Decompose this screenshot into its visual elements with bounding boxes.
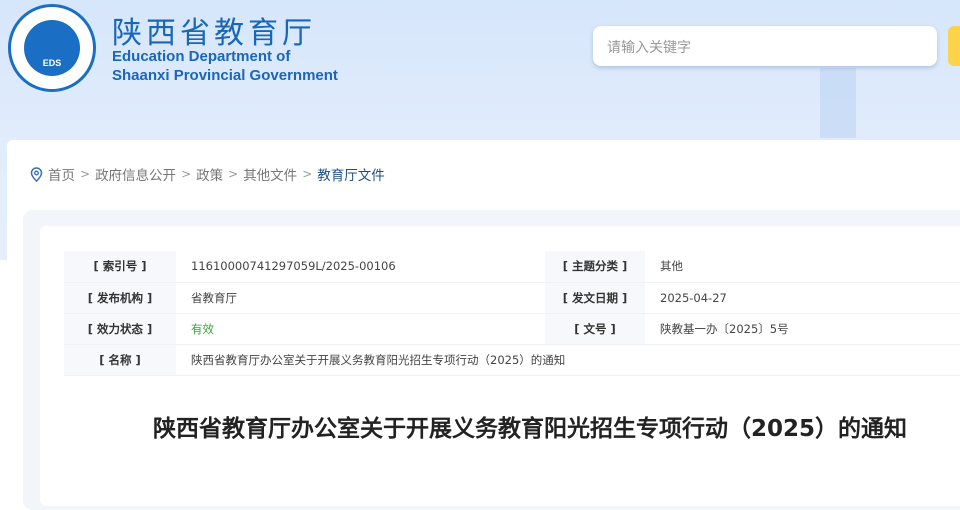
article-title: 陕西省教育厅办公室关于开展义务教育阳光招生专项行动（2025）的通知	[152, 416, 907, 442]
docno-value: 陕教基一办〔2025〕5号	[645, 313, 960, 345]
table-row: [ 效力状态 ] 有效[ 文号 ] 陕教基一办〔2025〕5号	[64, 313, 960, 345]
breadcrumb-policy[interactable]: 政策	[196, 164, 223, 184]
publisher-label: [ 发布机构 ]	[64, 282, 176, 314]
table-row: [ 索引号 ] 11610000741297059L/2025-00106[ 主题…	[64, 251, 960, 283]
location-pin-icon	[30, 166, 43, 182]
status-label: [ 效力状态 ]	[64, 313, 176, 345]
date-label: [ 发文日期 ]	[545, 282, 645, 314]
breadcrumb-other-files[interactable]: 其他文件	[243, 164, 297, 184]
index-label: [ 索引号 ]	[64, 251, 176, 283]
site-name-en-line2: Shaanxi Provincial Government	[112, 67, 338, 84]
index-value: 11610000741297059L/2025-00106	[176, 251, 545, 283]
breadcrumb-home[interactable]: 首页	[48, 164, 75, 184]
breadcrumb-current[interactable]: 教育厅文件	[317, 164, 385, 184]
table-row: [ 发布机构 ] 省教育厅[ 发文日期 ] 2025-04-27	[64, 282, 960, 314]
site-name-cn: 陕西省教育厅	[112, 16, 316, 51]
breadcrumb-gov-info[interactable]: 政府信息公开	[95, 164, 176, 184]
document-meta-table: [ 索引号 ] 11610000741297059L/2025-00106[ 主题…	[64, 251, 960, 376]
name-value: 陕西省教育厅办公室关于开展义务教育阳光招生专项行动（2025）的通知	[176, 344, 960, 376]
search-input[interactable]: 请输入关键字	[593, 26, 937, 66]
breadcrumb-separator: >	[228, 167, 239, 181]
docno-label: [ 文号 ]	[545, 313, 645, 345]
logo-emblem: EDS	[24, 20, 80, 76]
breadcrumb-separator: >	[181, 167, 192, 181]
breadcrumb-separator: >	[302, 167, 313, 181]
table-row: [ 名称 ] 陕西省教育厅办公室关于开展义务教育阳光招生专项行动（2025）的通知	[64, 344, 960, 376]
breadcrumb-separator: >	[80, 167, 91, 181]
name-label: [ 名称 ]	[64, 344, 176, 376]
breadcrumb: 首页 > 政府信息公开 > 政策 > 其他文件 > 教育厅文件	[30, 164, 385, 184]
date-value: 2025-04-27	[645, 282, 960, 314]
topic-label: [ 主题分类 ]	[545, 251, 645, 283]
site-name-en-line1: Education Department of	[112, 48, 291, 65]
publisher-value: 省教育厅	[176, 282, 545, 314]
search-button[interactable]	[948, 26, 960, 66]
site-logo[interactable]: EDS	[8, 4, 96, 92]
tower-illustration	[820, 68, 856, 138]
status-value: 有效	[176, 313, 545, 345]
site-name-en: Education Department of Shaanxi Provincia…	[112, 47, 338, 85]
topic-value: 其他	[645, 251, 960, 283]
